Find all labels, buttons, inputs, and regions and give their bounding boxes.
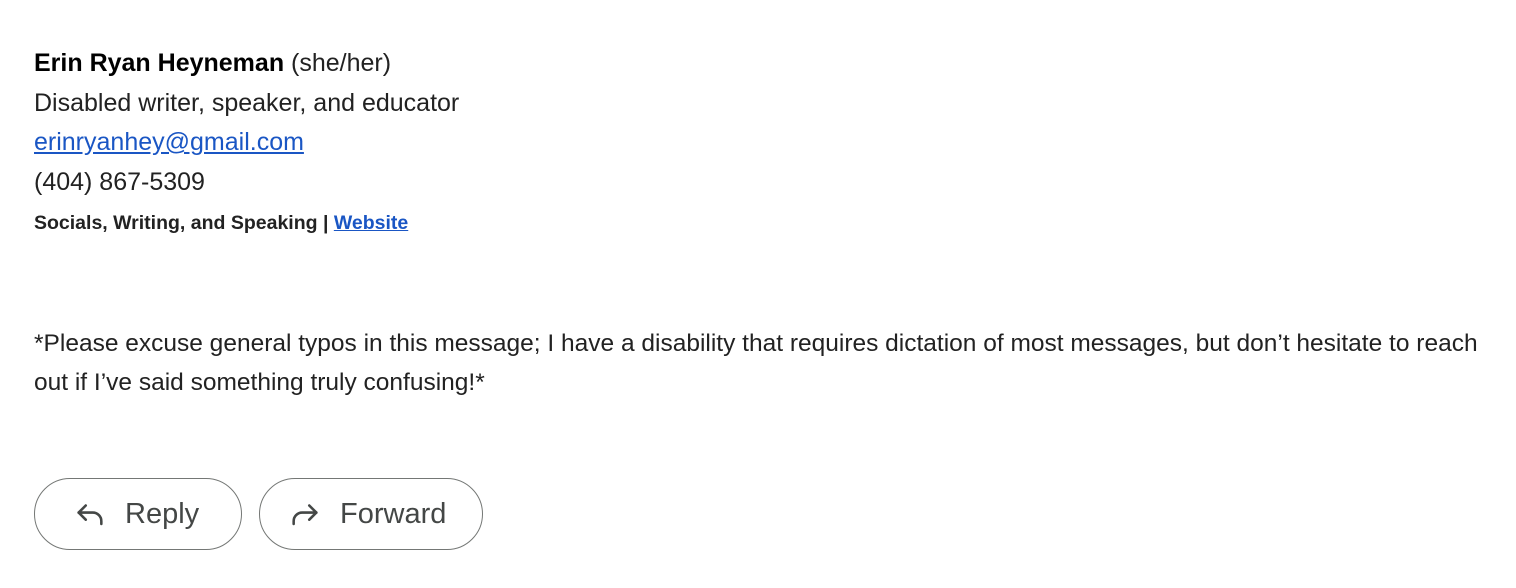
reply-arrow-icon [73, 497, 107, 531]
reply-button[interactable]: Reply [34, 478, 242, 550]
signature-links-line: Socials, Writing, and Speaking | Website [34, 208, 1494, 238]
dictation-note: *Please excuse general typos in this mes… [34, 330, 1478, 396]
reply-label: Reply [125, 497, 200, 530]
forward-button[interactable]: Forward [259, 478, 483, 550]
signature-phone: (404) 867-5309 [34, 167, 205, 196]
signature-title: Disabled writer, speaker, and educator [34, 88, 460, 117]
message-actions: Reply Forward [34, 478, 483, 550]
signature-email-link[interactable]: erinryanhey@gmail.com [34, 128, 304, 156]
signature-name: Erin Ryan Heyneman [34, 49, 285, 77]
email-signature: Erin Ryan Heyneman (she/her) Disabled wr… [34, 44, 1494, 238]
signature-pronouns: (she/her) [291, 49, 392, 77]
forward-label: Forward [340, 497, 447, 530]
signature-links-prefix: Socials, Writing, and Speaking | [34, 212, 334, 234]
forward-arrow-icon [288, 497, 322, 531]
website-link[interactable]: Website [334, 212, 408, 234]
signature-name-line: Erin Ryan Heyneman (she/her) [34, 44, 1494, 84]
